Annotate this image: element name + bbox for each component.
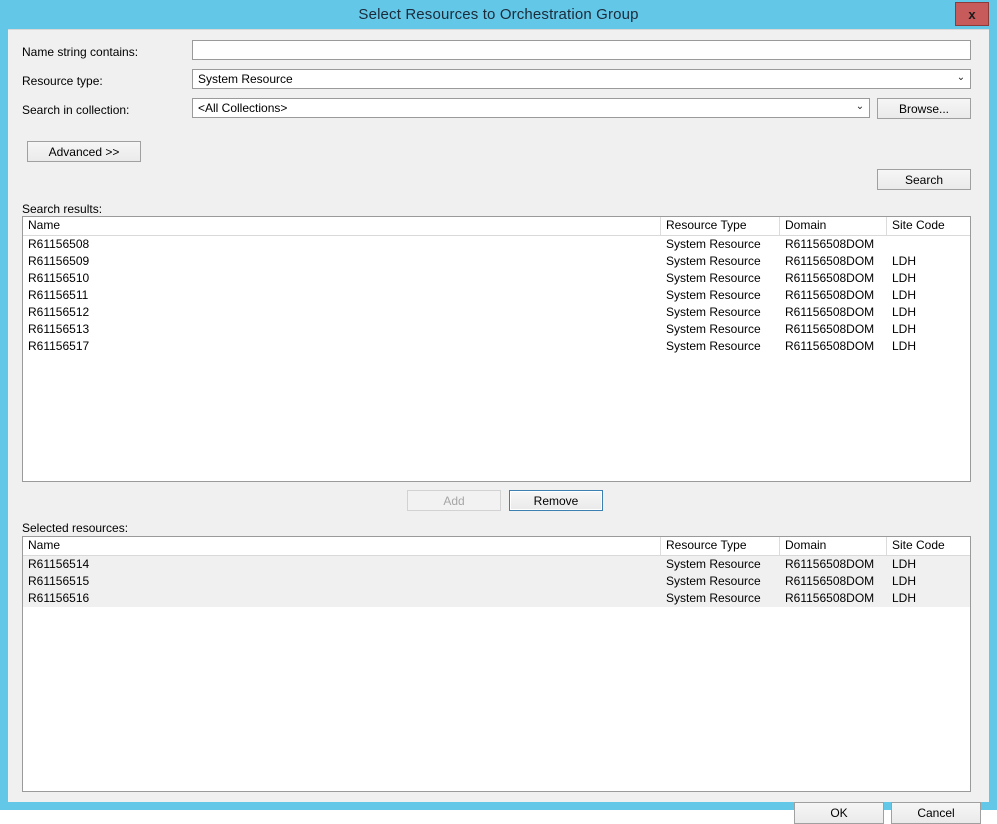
table-row[interactable]: R61156513 System Resource R61156508DOM LDH — [23, 321, 970, 338]
table-row[interactable]: R61156508 System Resource R61156508DOM — [23, 236, 970, 253]
cell-site-code: LDH — [892, 339, 917, 353]
search-results-listview[interactable]: Name Resource Type Domain Site Code R611… — [22, 216, 971, 482]
table-row[interactable]: R61156514 System Resource R61156508DOM LDH — [23, 556, 970, 573]
table-row[interactable]: R61156516 System Resource R61156508DOM LDH — [23, 590, 970, 607]
cell-domain: R61156508DOM — [785, 574, 875, 588]
cell-name: R61156514 — [28, 557, 90, 571]
cell-name: R61156516 — [28, 591, 90, 605]
search-button[interactable]: Search — [877, 169, 971, 190]
column-header-resource-type[interactable]: Resource Type — [661, 217, 780, 235]
cell-resource-type: System Resource — [666, 288, 761, 302]
cell-domain: R61156508DOM — [785, 305, 875, 319]
collection-select[interactable]: <All Collections> ⌄ — [192, 98, 870, 118]
chevron-down-icon: ⌄ — [956, 72, 966, 83]
cell-domain: R61156508DOM — [785, 591, 875, 605]
cell-domain: R61156508DOM — [785, 288, 875, 302]
cell-site-code: LDH — [892, 271, 917, 285]
search-results-label: Search results: — [22, 202, 103, 216]
cell-site-code: LDH — [892, 322, 917, 336]
cell-domain: R61156508DOM — [785, 271, 875, 285]
add-button[interactable]: Add — [407, 490, 501, 511]
selected-resources-header: Name Resource Type Domain Site Code — [23, 537, 970, 556]
selected-resources-label: Selected resources: — [22, 521, 129, 535]
dialog-client-area: Name string contains: Resource type: Sys… — [8, 29, 989, 824]
cell-resource-type: System Resource — [666, 271, 761, 285]
cell-resource-type: System Resource — [666, 254, 761, 268]
browse-button[interactable]: Browse... — [877, 98, 971, 119]
resource-type-select[interactable]: System Resource ⌄ — [192, 69, 971, 89]
column-header-resource-type[interactable]: Resource Type — [661, 537, 780, 555]
cell-domain: R61156508DOM — [785, 322, 875, 336]
resource-type-value: System Resource — [198, 72, 293, 86]
cell-name: R61156515 — [28, 574, 90, 588]
ok-button[interactable]: OK — [794, 802, 884, 824]
cell-name: R61156517 — [28, 339, 90, 353]
cell-resource-type: System Resource — [666, 339, 761, 353]
advanced-button[interactable]: Advanced >> — [27, 141, 141, 162]
cell-resource-type: System Resource — [666, 305, 761, 319]
cell-name: R61156508 — [28, 237, 90, 251]
resource-type-label: Resource type: — [22, 74, 103, 88]
collection-value: <All Collections> — [198, 101, 288, 115]
cell-site-code: LDH — [892, 254, 917, 268]
cell-name: R61156511 — [28, 288, 89, 302]
table-row[interactable]: R61156511 System Resource R61156508DOM LDH — [23, 287, 970, 304]
chevron-down-icon: ⌄ — [855, 101, 865, 112]
cell-domain: R61156508DOM — [785, 557, 875, 571]
selected-resources-rows: R61156514 System Resource R61156508DOM LDH R… — [23, 556, 970, 607]
cell-domain: R61156508DOM — [785, 254, 875, 268]
table-row[interactable]: R61156510 System Resource R61156508DOM LDH — [23, 270, 970, 287]
cell-site-code: LDH — [892, 305, 917, 319]
table-row[interactable]: R61156517 System Resource R61156508DOM LDH — [23, 338, 970, 355]
close-icon[interactable]: x — [955, 2, 989, 26]
column-header-domain[interactable]: Domain — [780, 217, 887, 235]
cell-resource-type: System Resource — [666, 237, 761, 251]
cancel-button[interactable]: Cancel — [891, 802, 981, 824]
cell-resource-type: System Resource — [666, 591, 761, 605]
column-header-site-code[interactable]: Site Code — [887, 537, 966, 555]
dialog-title: Select Resources to Orchestration Group — [358, 6, 639, 23]
cell-name: R61156509 — [28, 254, 90, 268]
search-results-header: Name Resource Type Domain Site Code — [23, 217, 970, 236]
search-results-rows: R61156508 System Resource R61156508DOM R611… — [23, 236, 970, 355]
column-header-site-code[interactable]: Site Code — [887, 217, 966, 235]
table-row[interactable]: R61156512 System Resource R61156508DOM LDH — [23, 304, 970, 321]
cell-domain: R61156508DOM — [785, 339, 875, 353]
column-header-domain[interactable]: Domain — [780, 537, 887, 555]
table-row[interactable]: R61156515 System Resource R61156508DOM LDH — [23, 573, 970, 590]
column-header-name[interactable]: Name — [23, 217, 661, 235]
cell-site-code: LDH — [892, 288, 917, 302]
cell-resource-type: System Resource — [666, 557, 761, 571]
remove-button[interactable]: Remove — [509, 490, 603, 511]
search-in-collection-label: Search in collection: — [22, 103, 130, 117]
name-string-label: Name string contains: — [22, 45, 139, 59]
cell-site-code: LDH — [892, 574, 917, 588]
dialog-window: Select Resources to Orchestration Group … — [0, 0, 997, 824]
table-row[interactable]: R61156509 System Resource R61156508DOM LDH — [23, 253, 970, 270]
cell-name: R61156513 — [28, 322, 90, 336]
column-header-name[interactable]: Name — [23, 537, 661, 555]
cell-resource-type: System Resource — [666, 322, 761, 336]
cell-name: R61156510 — [28, 271, 90, 285]
title-bar: Select Resources to Orchestration Group … — [8, 0, 989, 29]
cell-resource-type: System Resource — [666, 574, 761, 588]
selected-resources-listview[interactable]: Name Resource Type Domain Site Code R611… — [22, 536, 971, 792]
name-string-input[interactable] — [192, 40, 971, 60]
cell-site-code — [887, 236, 966, 253]
cell-name: R61156512 — [28, 305, 90, 319]
cell-domain: R61156508DOM — [785, 237, 875, 251]
cell-site-code: LDH — [892, 591, 917, 605]
cell-site-code: LDH — [892, 557, 917, 571]
